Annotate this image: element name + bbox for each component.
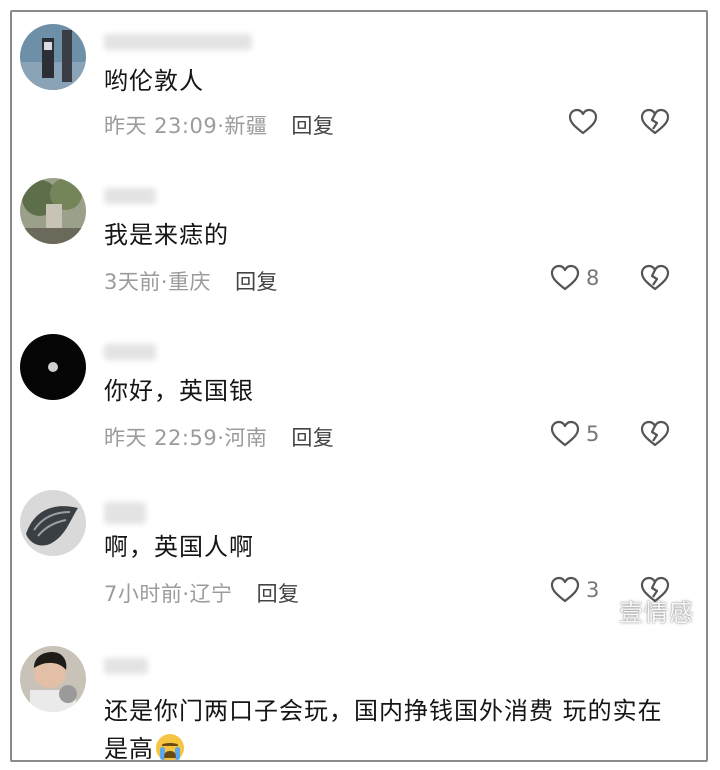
comment-location: 辽宁 (189, 582, 233, 606)
comment-time: 昨天 23:09 (104, 114, 218, 138)
comment-text: 还是你门两口子会玩，国内挣钱国外消费 玩的实在是高 (104, 692, 670, 762)
avatar[interactable] (20, 646, 86, 712)
comment-location: 新疆 (224, 114, 268, 138)
dislike-button[interactable] (640, 420, 670, 452)
like-button[interactable]: 8 (550, 264, 599, 292)
reply-button[interactable]: 回复 (257, 582, 300, 606)
meta-separator: · (182, 582, 190, 606)
comment-text: 我是来痣的 (104, 221, 229, 249)
like-button[interactable] (568, 108, 604, 136)
reply-button[interactable]: 回复 (291, 114, 334, 138)
comments-panel: 哟伦敦人 昨天 23:09·新疆 回复 我是来痣的 3天前·重庆 回复 8 你好… (10, 10, 708, 762)
like-count: 5 (586, 422, 600, 446)
dislike-button[interactable] (640, 108, 670, 140)
comment-time: 7小时前 (104, 582, 183, 606)
like-button[interactable]: 5 (550, 420, 599, 448)
username-redacted (104, 188, 156, 204)
like-count: 3 (586, 578, 600, 602)
comment-text: 你好，英国银 (104, 377, 254, 405)
dislike-button[interactable] (640, 264, 670, 296)
comment-text: 啊，英国人啊 (104, 533, 254, 561)
username-redacted (104, 34, 252, 50)
comment-text-content: 还是你门两口子会玩，国内挣钱国外消费 玩的实在是高 (104, 697, 663, 762)
comment-meta: 3天前·重庆 回复 (104, 266, 278, 296)
avatar[interactable] (20, 334, 86, 400)
comment-meta: 昨天 22:59·河南 回复 (104, 422, 334, 452)
username-redacted (104, 502, 146, 524)
heart-outline-icon (568, 108, 598, 135)
comment-location: 河南 (224, 426, 268, 450)
avatar[interactable] (20, 178, 86, 244)
username-redacted (104, 344, 156, 360)
heart-outline-icon (550, 420, 580, 447)
reply-button[interactable]: 回复 (235, 270, 278, 294)
comment-meta: 7小时前·辽宁 回复 (104, 578, 300, 608)
avatar[interactable] (20, 490, 86, 556)
avatar[interactable] (20, 24, 86, 90)
broken-heart-icon (640, 264, 670, 291)
like-button[interactable]: 3 (550, 576, 599, 604)
watermark-text: 壹情感 (619, 599, 694, 627)
comment-location: 重庆 (168, 270, 212, 294)
like-count: 8 (586, 266, 600, 290)
comment-text: 哟伦敦人 (104, 67, 204, 95)
broken-heart-icon (640, 420, 670, 447)
comment-time: 3天前 (104, 270, 161, 294)
meta-separator: · (160, 270, 169, 294)
broken-heart-icon (640, 108, 670, 135)
comment-time: 昨天 22:59 (104, 426, 218, 450)
comment-meta: 昨天 23:09·新疆 回复 (104, 110, 334, 140)
reply-button[interactable]: 回复 (291, 426, 334, 450)
heart-outline-icon (550, 264, 580, 291)
loudly-crying-face-emoji (156, 734, 184, 760)
heart-outline-icon (550, 576, 580, 603)
username-redacted (104, 658, 148, 674)
